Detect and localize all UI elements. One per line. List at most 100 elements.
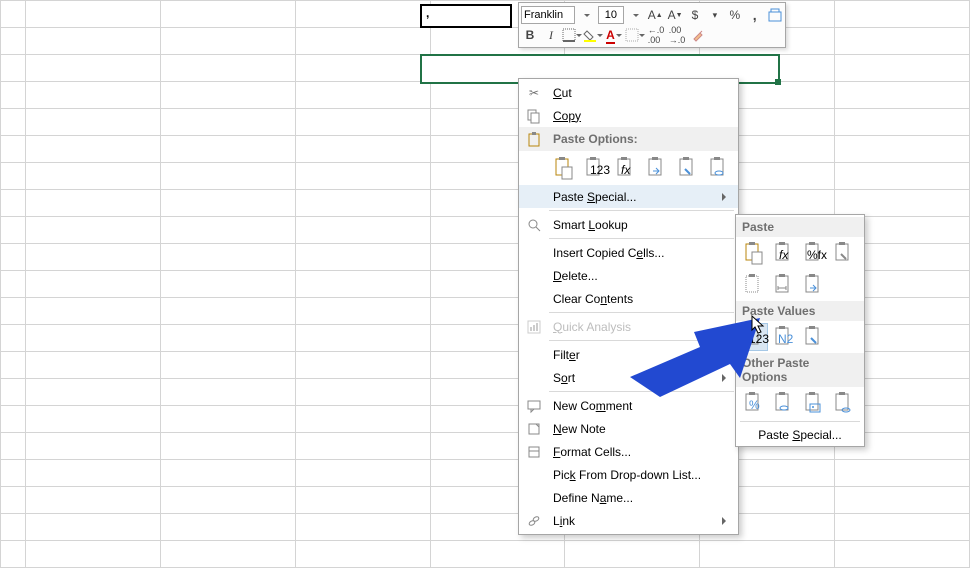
accounting-format-icon[interactable]: $ <box>687 6 704 24</box>
paste-special-submenu: Paste fx %fx Paste Values 123 N2 Other P… <box>735 214 865 447</box>
bold-icon[interactable]: B <box>521 26 539 44</box>
fill-handle[interactable] <box>775 79 781 85</box>
cut-label: Cut <box>553 86 730 100</box>
percent-format-icon[interactable]: % <box>726 6 743 24</box>
scissors-icon: ✂ <box>523 84 545 102</box>
sort-label: Sort <box>553 371 714 385</box>
define-name-item[interactable]: Define Name... <box>519 486 738 509</box>
link-label: Link <box>553 514 714 528</box>
sub-formatting-button[interactable]: % <box>740 389 768 417</box>
paste-all-button[interactable] <box>551 154 576 182</box>
border-style-icon[interactable] <box>626 26 644 44</box>
svg-text:fx: fx <box>779 248 789 262</box>
quick-analysis-label: Quick Analysis <box>553 320 730 334</box>
context-menu: ✂ Cut Copy Paste Options: 123 fx Paste S… <box>518 78 739 535</box>
sub-paste-keep-source-button[interactable] <box>830 239 858 267</box>
smart-lookup-item[interactable]: Smart Lookup <box>519 213 738 236</box>
decrease-decimal-icon[interactable]: .00→.0 <box>668 26 686 44</box>
decrease-font-icon[interactable]: A▼ <box>667 6 684 24</box>
font-name-input[interactable] <box>521 6 575 24</box>
paste-link-button[interactable] <box>707 154 732 182</box>
copy-icon <box>523 107 545 125</box>
format-painter-icon[interactable] <box>766 6 783 24</box>
increase-decimal-icon[interactable]: ←.0.00 <box>647 26 665 44</box>
pick-from-list-item[interactable]: Pick From Drop-down List... <box>519 463 738 486</box>
svg-text:N2: N2 <box>778 332 794 346</box>
link-item[interactable]: Link <box>519 509 738 532</box>
search-icon <box>523 216 545 234</box>
sub-paste-colwidths-button[interactable] <box>770 271 798 299</box>
quick-analysis-item: Quick Analysis <box>519 315 738 338</box>
pick-label: Pick From Drop-down List... <box>553 468 730 482</box>
sub-picture-button[interactable] <box>800 389 828 417</box>
svg-text:123: 123 <box>749 332 769 346</box>
paste-special-item[interactable]: Paste Special... <box>519 185 738 208</box>
sub-paste-noborders-button[interactable] <box>740 271 768 299</box>
percent-thousands-icon[interactable]: ▾ <box>706 6 723 24</box>
paste-values-header: Paste Values <box>736 301 864 321</box>
new-note-item[interactable]: New Note <box>519 417 738 440</box>
paste-special-label: Paste Special... <box>553 190 714 204</box>
clipboard-icon <box>523 130 545 148</box>
sort-item[interactable]: Sort <box>519 366 738 389</box>
increase-font-icon[interactable]: A▲ <box>647 6 664 24</box>
separator <box>549 391 734 392</box>
new-note-label: New Note <box>553 422 730 436</box>
separator <box>740 421 860 422</box>
paste-formulas-button[interactable]: fx <box>613 154 638 182</box>
svg-text:123: 123 <box>590 163 610 177</box>
cut-item[interactable]: ✂ Cut <box>519 81 738 104</box>
insert-cells-item[interactable]: Insert Copied Cells... <box>519 241 738 264</box>
clear-contents-item[interactable]: Clear Contents <box>519 287 738 310</box>
sub-paste-formulas-num-button[interactable]: %fx <box>800 239 828 267</box>
svg-text:fx: fx <box>621 163 631 177</box>
insert-cells-label: Insert Copied Cells... <box>553 246 730 260</box>
define-name-label: Define Name... <box>553 491 730 505</box>
quick-analysis-icon <box>523 318 545 336</box>
sub-paste-link-button[interactable] <box>770 389 798 417</box>
borders-icon[interactable] <box>563 26 581 44</box>
font-name-dropdown[interactable] <box>578 6 595 24</box>
sub-paste-special-link[interactable]: Paste Special... <box>740 424 860 444</box>
font-size-dropdown[interactable] <box>627 6 644 24</box>
sub-values-source-button[interactable] <box>800 323 828 351</box>
comment-icon <box>523 397 545 415</box>
sub-values-num-button[interactable]: N2 <box>770 323 798 351</box>
new-comment-label: New Comment <box>553 399 730 413</box>
mini-toolbar: A▲ A▼ $ ▾ % , B I A ←.0.00 .00→.0 <box>518 2 786 48</box>
font-size-input[interactable] <box>598 6 624 24</box>
paste-header: Paste <box>736 217 864 237</box>
font-color-icon[interactable]: A <box>605 26 623 44</box>
paste-options-label: Paste Options: <box>553 132 730 146</box>
separator <box>549 340 734 341</box>
copy-label: Copy <box>553 109 730 123</box>
italic-icon[interactable]: I <box>542 26 560 44</box>
note-icon <box>523 420 545 438</box>
paste-transpose-button[interactable] <box>645 154 670 182</box>
sub-paste-formulas-button[interactable]: fx <box>770 239 798 267</box>
new-comment-item[interactable]: New Comment <box>519 394 738 417</box>
copy-item[interactable]: Copy <box>519 104 738 127</box>
separator <box>549 210 734 211</box>
link-icon <box>523 512 545 530</box>
clear-format-icon[interactable] <box>689 26 707 44</box>
sub-linked-picture-button[interactable] <box>830 389 858 417</box>
sub-values-button[interactable]: 123 <box>740 323 768 351</box>
comma-style-icon[interactable]: , <box>746 6 763 24</box>
filter-item[interactable]: Filter <box>519 343 738 366</box>
delete-item[interactable]: Delete... <box>519 264 738 287</box>
paste-options-header: Paste Options: <box>519 127 738 151</box>
format-cells-icon <box>523 443 545 461</box>
sub-paste-all-button[interactable] <box>740 239 768 267</box>
paste-values-button[interactable]: 123 <box>582 154 607 182</box>
smart-lookup-label: Smart Lookup <box>553 218 730 232</box>
sub-paste-transpose-button[interactable] <box>800 271 828 299</box>
fill-color-icon[interactable] <box>584 26 602 44</box>
separator <box>549 312 734 313</box>
delete-label: Delete... <box>553 269 730 283</box>
paste-formatting-button[interactable] <box>676 154 701 182</box>
cell-with-value[interactable]: , <box>420 4 512 28</box>
clear-label: Clear Contents <box>553 292 730 306</box>
separator <box>549 238 734 239</box>
format-cells-item[interactable]: Format Cells... <box>519 440 738 463</box>
